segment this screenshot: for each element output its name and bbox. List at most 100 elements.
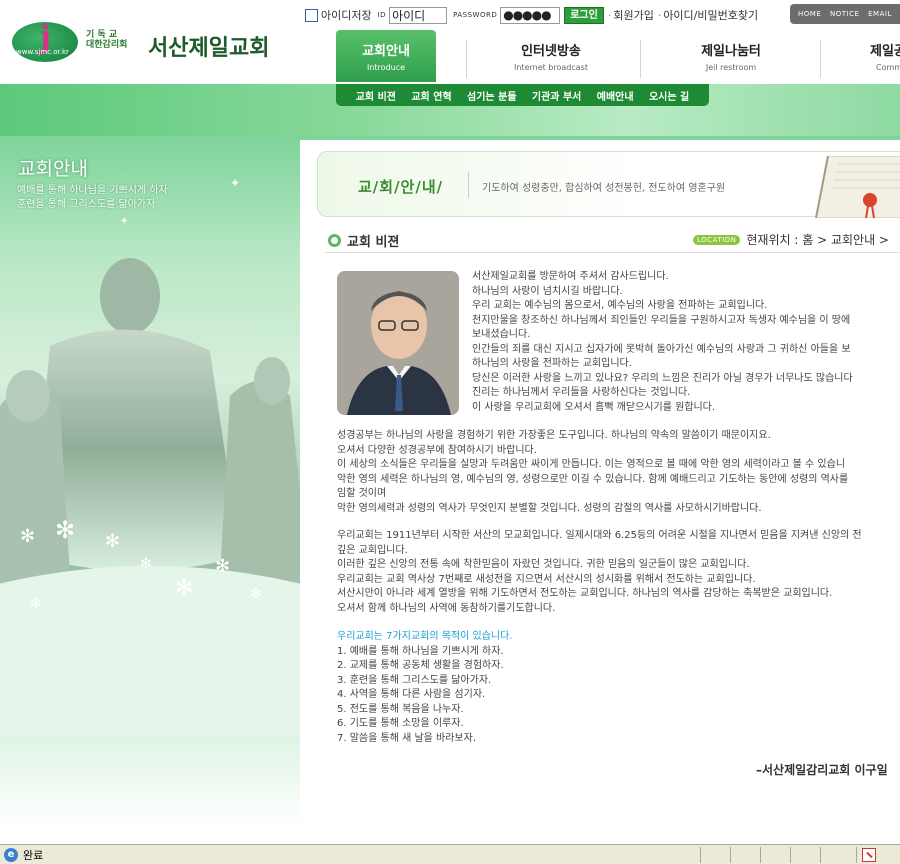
paragraph-line: 이 세상의 소식들은 우리들을 실망과 두려움만 싸이게 만듭니다. 이는 영적… (337, 459, 846, 470)
pastor-photo (337, 271, 459, 415)
jesus-statue-image (0, 258, 300, 736)
flower-icon: ✻ (140, 556, 152, 572)
flower-icon: ✻ (20, 526, 36, 547)
logo-mark-url: www.sjmc.or.kr (16, 48, 69, 56)
flower-icon: ✻ (30, 596, 42, 612)
intro-line: 인간들의 죄를 대신 지시고 십자가에 못박혀 돌아가신 예수님의 사랑과 그 … (472, 343, 851, 355)
church-purposes: 우리교회는 7가지교회의 목적이 있습니다. 1. 예배를 통해 하나님을 기쁘… (337, 630, 512, 746)
save-id-label: 아이디저장 (321, 9, 372, 22)
sparkle-icon: ✦ (230, 176, 241, 190)
password-tag: PASSWORD (453, 11, 498, 19)
location-breadcrumb: LOCATION 현재위치 : 홈 > 교회안내 > (693, 231, 889, 248)
logo-denomination-line2: 대한감리회 (86, 40, 128, 50)
notice-link[interactable]: NOTICE (830, 10, 859, 18)
main-content: 교/회/안/내/ 기도하여 성령충만, 합심하여 성전봉헌, 전도하여 영혼구원… (300, 136, 900, 826)
section-heading: 교회 비젼 (328, 231, 399, 250)
submenu-directions[interactable]: 오시는 길 (649, 88, 689, 103)
intro-text: 서산제일교회를 방문하여 주셔서 감사드립니다. 하나님의 사랑이 넘치시길 바… (472, 270, 853, 415)
purpose-item: 3. 훈련을 통해 그리스도를 닮아가자. (337, 674, 492, 686)
nav-community-label: 제일공 (870, 44, 900, 59)
logo-mark-icon: j www.sjmc.or.kr (12, 20, 78, 62)
sub-navigation: 교회 비젼 교회 연혁 섬기는 분들 기관과 부서 예배안내 오시는 길 (336, 84, 709, 106)
intro-line: 천지만물을 창조하신 하나님께서 죄인들인 우리들을 구원하시고자 독생자 예수… (472, 314, 851, 326)
login-button[interactable]: 로그인 (564, 6, 604, 24)
submenu-departments[interactable]: 기관과 부서 (532, 88, 581, 103)
paragraph-line: 우리교회는 1911년부터 시작한 서산의 모교회입니다. 일제시대와 6.25… (337, 530, 862, 541)
flower-icon: ✻ (215, 556, 231, 577)
content-top-edge (300, 136, 900, 140)
status-divider (790, 847, 791, 863)
logo-church-name: 서산제일교회 (148, 36, 270, 61)
flower-icon: ✻ (175, 576, 194, 601)
submenu-servants[interactable]: 섬기는 분들 (467, 88, 516, 103)
bible-study-paragraph: 성경공부는 하나님의 사랑을 경험하기 위한 가장좋은 도구입니다. 하나님의 … (337, 429, 848, 516)
side-visual: 교회안내 예배를 통해 하나님을 기쁘시게 하자 훈련을 통해 그리스도를 닮아… (0, 136, 300, 826)
submenu-worship-info[interactable]: 예배안내 (597, 88, 634, 103)
save-id-checkbox[interactable] (305, 8, 318, 22)
nav-introduce-sublabel: Introduce (366, 63, 406, 72)
section-title: 교회 비젼 (347, 235, 400, 250)
id-input[interactable]: 아이디 (389, 6, 448, 24)
side-subtitle: 예배를 통해 하나님을 기쁘시게 하자 훈련을 통해 그리스도를 닮아가자 (17, 184, 168, 212)
top-utility-menu: HOME NOTICE EMAIL (790, 4, 900, 24)
paragraph-line: 임할 것이며 (337, 488, 387, 499)
flower-icon: ✻ (250, 586, 262, 602)
purpose-item: 7. 말씀을 통해 새 날을 바라보자. (337, 732, 477, 744)
paragraph-line: 이러한 깊은 신앙의 전통 속에 착한믿음이 자랐던 것입니다. 귀한 믿음의 … (337, 559, 750, 570)
bible-icon (815, 156, 900, 218)
intro-line: 보내셨습니다. (472, 329, 531, 340)
flower-icon: ✻ (55, 516, 76, 544)
side-title: 교회안내 (18, 158, 88, 180)
logo-denomination-line1: 기 독 교 (86, 30, 118, 40)
submenu-church-history[interactable]: 교회 연혁 (411, 88, 451, 103)
location-badge: LOCATION (693, 234, 741, 245)
history-paragraph: 우리교회는 1911년부터 시작한 서산의 모교회입니다. 일제시대와 6.25… (337, 529, 862, 616)
browser-status-bar: e 완료 (0, 844, 900, 864)
logo-denomination: 기 독 교 대한감리회 (86, 30, 127, 50)
paragraph-line: 깊은 교회입니다. (337, 544, 408, 556)
sparkle-icon: ✦ (120, 216, 129, 227)
intro-line: 이 사랑을 우리교회에 오셔서 흠뻑 깨닫으시기를 원합니다. (472, 401, 716, 413)
side-subtitle-line1: 예배를 통해 하나님을 기쁘시게 하자 (17, 185, 168, 196)
paragraph-line: 우리교회는 교회 역사상 7번째로 새성전을 지으면서 서산시의 성시화를 위해… (337, 573, 756, 585)
side-subtitle-line2: 훈련을 통해 그리스도를 닮아가자 (17, 199, 156, 210)
email-link[interactable]: EMAIL (868, 10, 892, 18)
password-input[interactable]: ●●●●● (500, 6, 561, 24)
nav-internet-broadcast[interactable]: 인터넷방송 Internet broadcast (496, 30, 606, 82)
status-divider (856, 847, 857, 863)
ie-page-icon: e (4, 847, 18, 862)
paragraph-line: 악한 영의 세력은 하나님의 영, 예수님의 영, 성령으로만 이길 수 있습니… (337, 473, 849, 485)
nav-introduce-label: 교회안내 (362, 44, 410, 59)
nav-introduce[interactable]: 교회안내 Introduce (336, 30, 436, 82)
status-message: 완료 (23, 848, 44, 862)
nav-community-sublabel: Comm (876, 63, 900, 72)
home-link[interactable]: HOME (798, 10, 821, 18)
login-bar: 아이디저장 ID 아이디 PASSWORD ●●●●● 로그인 회원가입 아이디… (305, 6, 762, 24)
nav-jeil-restroom[interactable]: 제일나눔터 Jeil restroom (676, 30, 786, 82)
paragraph-line: 오셔서 함께 하나님의 사역에 동참하기를기도합니다. (337, 602, 556, 614)
church-logo[interactable]: j www.sjmc.or.kr 기 독 교 대한감리회 서산제일교회 (12, 20, 282, 66)
submenu-church-vision[interactable]: 교회 비젼 (356, 88, 396, 103)
purposes-heading: 우리교회는 7가지교회의 목적이 있습니다. (337, 631, 513, 642)
bullet-icon (328, 234, 341, 247)
find-id-password-link[interactable]: 아이디/비밀번호찾기 (658, 7, 758, 23)
purpose-item: 5. 전도를 통해 복음을 나누자. (337, 703, 464, 715)
section-banner: 교/회/안/내/ 기도하여 성령충만, 합심하여 성전봉헌, 전도하여 영혼구원 (317, 151, 900, 218)
site-header: j www.sjmc.or.kr 기 독 교 대한감리회 서산제일교회 아이디저… (0, 0, 900, 84)
security-zone-icon[interactable] (862, 848, 876, 862)
nav-restroom-label: 제일나눔터 (701, 44, 761, 59)
intro-line: 우리 교회는 예수님의 몸으로서, 예수님의 사랑을 전파하는 교회입니다. (472, 300, 768, 311)
nav-community[interactable]: 제일공 Comm (856, 30, 900, 82)
id-tag: ID (377, 11, 387, 19)
paragraph-line: 성경공부는 하나님의 사랑을 경험하기 위한 가장좋은 도구입니다. 하나님의 … (337, 430, 771, 441)
nav-divider (820, 40, 821, 78)
purpose-item: 4. 사역을 통해 다른 사람을 섬기자. (337, 689, 486, 700)
main-navigation: 교회안내 Introduce 인터넷방송 Internet broadcast … (336, 30, 900, 82)
nav-broadcast-sublabel: Internet broadcast (514, 63, 588, 72)
pastor-portrait-image (337, 271, 459, 415)
status-divider (760, 847, 761, 863)
intro-line: 하나님의 사랑이 넘치시길 바랍니다. (472, 285, 623, 297)
join-link[interactable]: 회원가입 (608, 7, 653, 23)
status-divider (820, 847, 821, 863)
nav-divider (466, 40, 467, 78)
